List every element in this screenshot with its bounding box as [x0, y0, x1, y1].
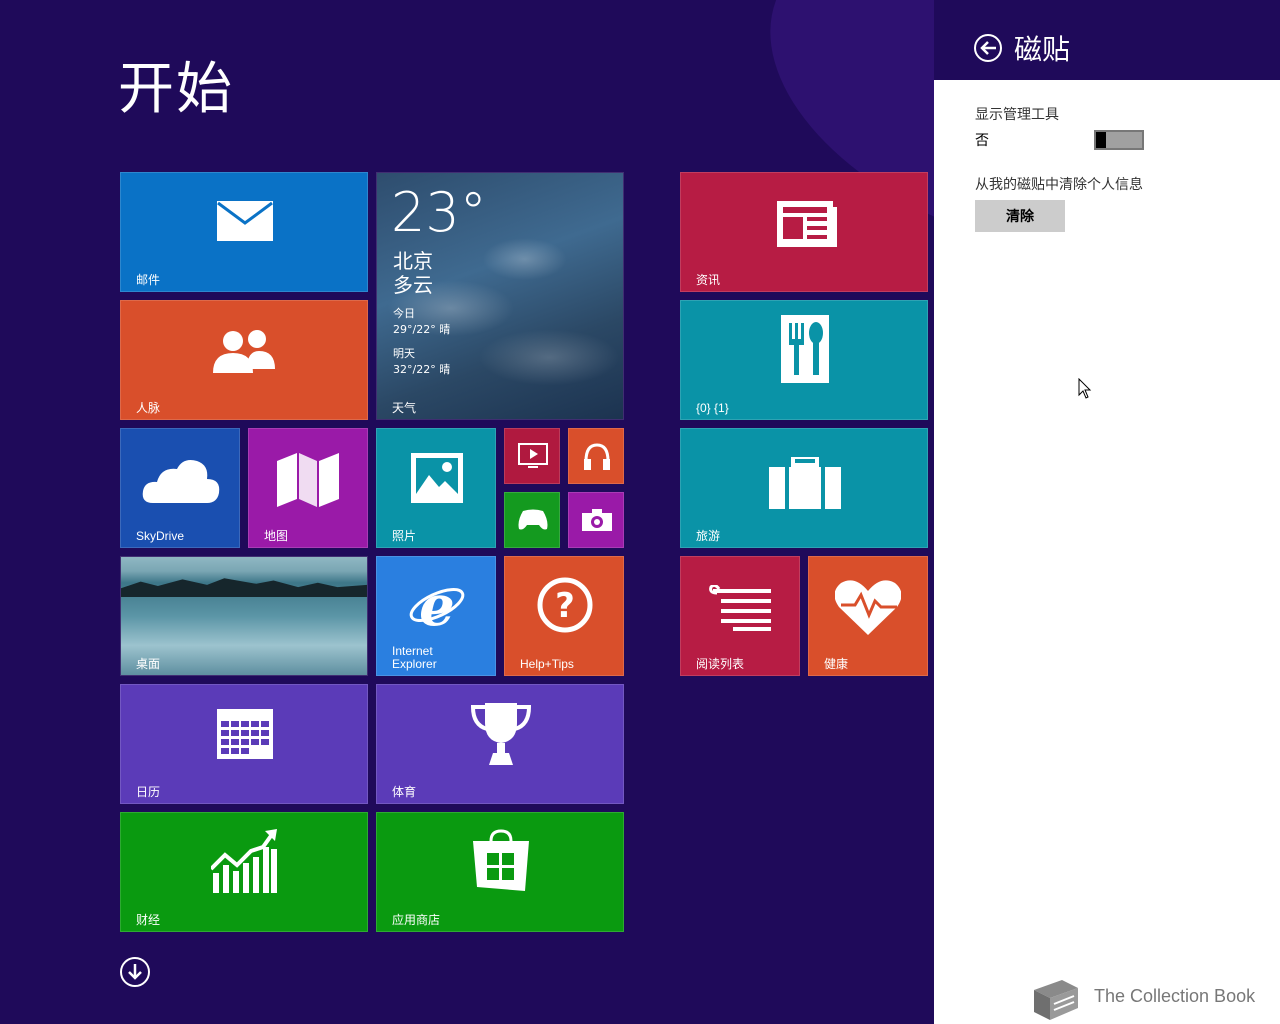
- map-icon: [277, 453, 339, 507]
- tile-ie[interactable]: e Internet Explorer: [376, 556, 496, 676]
- tile-weather[interactable]: 23° 北京 多云 今日 29°/22° 晴 明天 32°/22° 晴 天气: [376, 172, 624, 420]
- arrow-down-icon: [128, 964, 142, 980]
- tile-photos-label: 照片: [392, 529, 417, 543]
- tile-desktop-label: 桌面: [136, 657, 161, 671]
- tile-maps[interactable]: 地图: [248, 428, 368, 548]
- tiles-settings-pane: 磁贴 显示管理工具 否 从我的磁贴中清除个人信息 清除 The Collecti…: [934, 0, 1280, 1024]
- tile-mail-label: 邮件: [136, 273, 161, 287]
- suitcase-icon: [769, 457, 841, 509]
- tile-sports-label: 体育: [392, 785, 417, 799]
- tile-people[interactable]: 人脉: [120, 300, 368, 420]
- tile-food-label: {0} {1}: [696, 401, 729, 415]
- news-icon: [777, 201, 837, 247]
- store-bag-icon: [473, 829, 529, 891]
- tile-maps-label: 地图: [264, 529, 289, 543]
- tile-news-label: 资讯: [696, 273, 721, 287]
- finance-chart-icon: [211, 829, 277, 893]
- admin-tools-toggle[interactable]: [1094, 130, 1144, 150]
- tile-store-label: 应用商店: [392, 913, 441, 927]
- back-button[interactable]: [974, 34, 1002, 62]
- tile-music[interactable]: [568, 428, 624, 484]
- tile-video[interactable]: [504, 428, 560, 484]
- start-title: 开始: [118, 57, 234, 122]
- tile-ie-label-line1: Internet: [392, 644, 433, 658]
- clear-info-label: 从我的磁贴中清除个人信息: [975, 176, 1143, 192]
- tile-people-label: 人脉: [136, 401, 161, 415]
- tile-desktop[interactable]: 桌面: [120, 556, 368, 676]
- admin-tools-label: 显示管理工具: [975, 106, 1059, 122]
- tile-calendar-label: 日历: [136, 785, 161, 799]
- tile-health-label: 健康: [824, 657, 849, 671]
- weather-today-value: 29°/22° 晴: [393, 323, 451, 336]
- tile-food[interactable]: {0} {1}: [680, 300, 928, 420]
- tile-finance-label: 财经: [136, 913, 161, 927]
- calendar-icon: [217, 709, 273, 759]
- tile-news[interactable]: 资讯: [680, 172, 928, 292]
- tile-skydrive-label: SkyDrive: [136, 529, 185, 543]
- photo-icon: [411, 453, 463, 503]
- tile-travel-label: 旅游: [696, 529, 721, 543]
- tile-reading-list-label: 阅读列表: [696, 657, 745, 671]
- tile-games[interactable]: [504, 492, 560, 548]
- help-icon: ?: [537, 577, 593, 633]
- svg-text:e: e: [419, 577, 455, 633]
- mouse-pointer-icon: [1078, 378, 1092, 399]
- fork-knife-icon: [781, 315, 829, 383]
- video-icon: [518, 443, 548, 468]
- tile-mail[interactable]: 邮件: [120, 172, 368, 292]
- book-logo-icon: [1034, 980, 1078, 1020]
- tile-help[interactable]: ? Help+Tips: [504, 556, 624, 676]
- tile-reading-list[interactable]: 阅读列表: [680, 556, 800, 676]
- tile-finance[interactable]: 财经: [120, 812, 368, 932]
- weather-temperature: 23°: [391, 181, 487, 244]
- tile-ie-label-line2: Explorer: [392, 657, 437, 671]
- tile-camera[interactable]: [568, 492, 624, 548]
- tile-store[interactable]: 应用商店: [376, 812, 624, 932]
- people-icon: [213, 330, 275, 373]
- cloud-icon: [142, 460, 220, 503]
- admin-tools-value: 否: [975, 132, 989, 148]
- camera-icon: [582, 509, 612, 531]
- weather-condition: 多云: [393, 273, 433, 297]
- reading-list-icon: [709, 585, 771, 631]
- tile-calendar[interactable]: 日历: [120, 684, 368, 804]
- mail-icon: [217, 201, 273, 241]
- pane-header: 磁贴: [934, 0, 1280, 80]
- pane-title: 磁贴: [1014, 33, 1071, 66]
- internet-explorer-icon: e: [409, 577, 465, 633]
- toggle-knob: [1096, 132, 1106, 148]
- controller-icon: [518, 509, 548, 530]
- clear-button[interactable]: 清除: [975, 200, 1065, 232]
- tile-help-label: Help+Tips: [520, 657, 574, 671]
- tile-photos[interactable]: 照片: [376, 428, 496, 548]
- tile-travel[interactable]: 旅游: [680, 428, 928, 548]
- tile-sports[interactable]: 体育: [376, 684, 624, 804]
- weather-tomorrow-value: 32°/22° 晴: [393, 363, 451, 376]
- trophy-icon: [470, 703, 532, 765]
- weather-tomorrow-label: 明天: [393, 347, 415, 360]
- tile-skydrive[interactable]: SkyDrive: [120, 428, 240, 548]
- tile-health[interactable]: 健康: [808, 556, 928, 676]
- watermark-text: The Collection Book: [1094, 986, 1256, 1006]
- headphones-icon: [584, 443, 610, 470]
- svg-text:?: ?: [555, 586, 575, 626]
- arrow-left-icon: [980, 41, 996, 55]
- weather-today-label: 今日: [393, 307, 415, 320]
- tile-weather-label: 天气: [392, 401, 417, 415]
- all-apps-button[interactable]: [120, 957, 150, 987]
- heart-pulse-icon: [835, 580, 901, 635]
